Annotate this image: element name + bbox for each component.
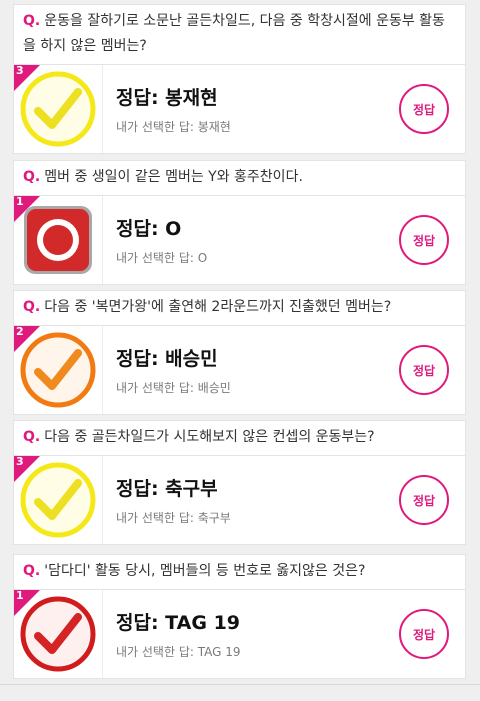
yellow-check-icon: 3 [14, 456, 103, 544]
question-text: 멤버 중 생일이 같은 멤버는 Y와 홍주찬이다. [44, 169, 303, 185]
quiz-item: Q. 운동을 잘하기로 소문난 골든차일드, 다음 중 학창시절에 운동부 활동을… [13, 4, 466, 154]
my-answer: 내가 선택한 답: 봉재현 [116, 120, 231, 134]
yellow-check-icon: 3 [14, 65, 103, 153]
rank-number: 2 [16, 326, 24, 338]
correct-answer: 정답: O [116, 218, 182, 240]
correct-answer: 정답: 봉재현 [116, 87, 218, 109]
question-card: Q. 다음 중 '복면가왕'에 출연해 2라운드까지 진출했던 멤버는? [13, 290, 466, 326]
quiz-item: Q. 멤버 중 생일이 같은 멤버는 Y와 홍주찬이다. 1 정답: O 내가 선… [13, 160, 466, 285]
red-check-icon: 1 [14, 590, 103, 678]
question-card: Q. 운동을 잘하기로 소문난 골든차일드, 다음 중 학창시절에 운동부 활동을… [13, 4, 466, 65]
rank-number: 3 [16, 65, 24, 77]
my-answer: 내가 선택한 답: TAG 19 [116, 645, 241, 659]
rank-number: 1 [16, 196, 24, 208]
answer-button[interactable]: 정답 [399, 609, 449, 659]
my-answer: 내가 선택한 답: O [116, 251, 208, 265]
question-text: '담다디' 활동 당시, 멤버들의 등 번호로 옳지않은 것은? [44, 563, 366, 579]
answer-button[interactable]: 정답 [399, 475, 449, 525]
bottom-divider [0, 684, 480, 685]
question-card: Q. 다음 중 골든차일드가 시도해보지 않은 컨셉의 운동부는? [13, 420, 466, 456]
answer-card: 3 정답: 축구부 내가 선택한 답: 축구부 정답 [13, 456, 466, 545]
correct-answer: 정답: TAG 19 [116, 612, 241, 634]
question-text: 운동을 잘하기로 소문난 골든차일드, 다음 중 학창시절에 운동부 활동을 하… [23, 13, 445, 54]
rank-number: 1 [16, 590, 24, 602]
question-marker: Q. [23, 563, 41, 579]
quiz-item: Q. '담다디' 활동 당시, 멤버들의 등 번호로 옳지않은 것은? 1 정답:… [13, 554, 466, 679]
answer-card: 2 정답: 배승민 내가 선택한 답: 배승민 정답 [13, 326, 466, 415]
correct-answer: 정답: 축구부 [116, 478, 218, 500]
my-answer: 내가 선택한 답: 축구부 [116, 511, 231, 525]
my-answer: 내가 선택한 답: 배승민 [116, 381, 231, 395]
red-circle-icon: 1 [14, 196, 103, 284]
answer-button[interactable]: 정답 [399, 345, 449, 395]
quiz-item: Q. 다음 중 골든차일드가 시도해보지 않은 컨셉의 운동부는? 3 정답: 축… [13, 420, 466, 545]
question-card: Q. 멤버 중 생일이 같은 멤버는 Y와 홍주찬이다. [13, 160, 466, 196]
answer-card: 1 정답: TAG 19 내가 선택한 답: TAG 19 정답 [13, 590, 466, 679]
question-card: Q. '담다디' 활동 당시, 멤버들의 등 번호로 옳지않은 것은? [13, 554, 466, 590]
question-marker: Q. [23, 169, 41, 185]
answer-button[interactable]: 정답 [399, 215, 449, 265]
rank-number: 3 [16, 456, 24, 468]
question-marker: Q. [23, 299, 41, 315]
question-marker: Q. [23, 13, 41, 29]
answer-card: 3 정답: 봉재현 내가 선택한 답: 봉재현 정답 [13, 65, 466, 154]
answer-card: 1 정답: O 내가 선택한 답: O 정답 [13, 196, 466, 285]
quiz-item: Q. 다음 중 '복면가왕'에 출연해 2라운드까지 진출했던 멤버는? 2 정답… [13, 290, 466, 415]
question-text: 다음 중 '복면가왕'에 출연해 2라운드까지 진출했던 멤버는? [44, 299, 392, 315]
orange-check-icon: 2 [14, 326, 103, 414]
question-marker: Q. [23, 429, 41, 445]
answer-button[interactable]: 정답 [399, 84, 449, 134]
question-text: 다음 중 골든차일드가 시도해보지 않은 컨셉의 운동부는? [44, 429, 375, 445]
correct-answer: 정답: 배승민 [116, 348, 218, 370]
